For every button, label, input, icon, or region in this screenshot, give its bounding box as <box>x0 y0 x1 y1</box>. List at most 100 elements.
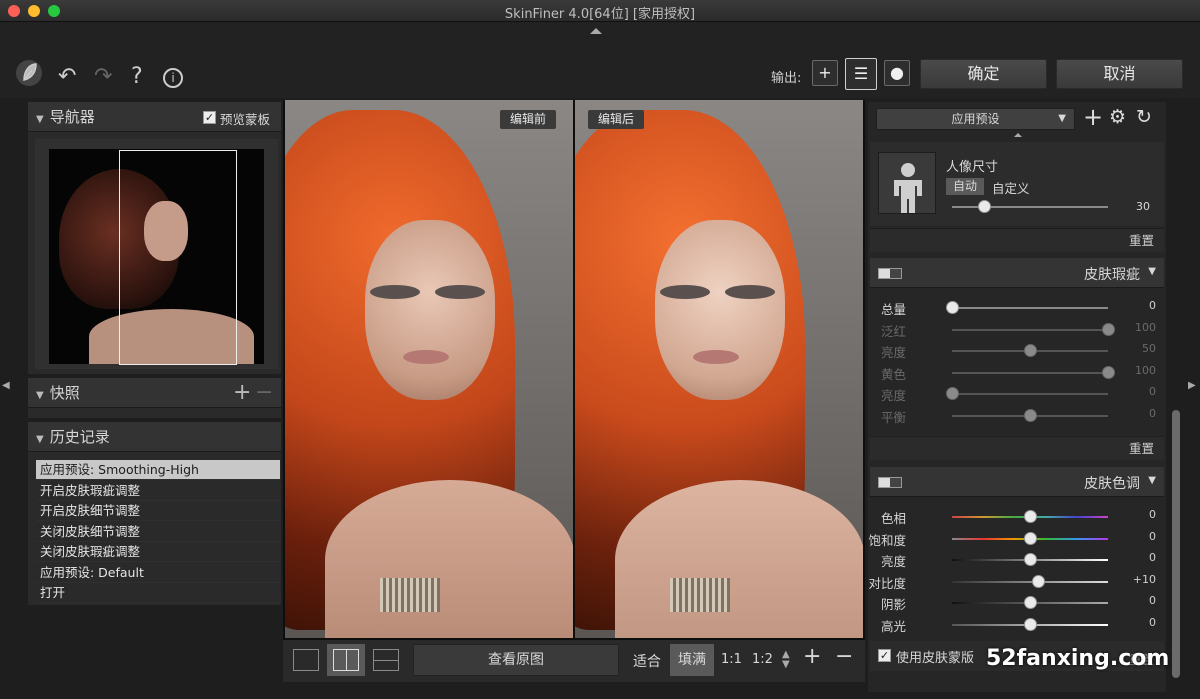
zoom-1-2-button[interactable]: 1:2 <box>752 652 773 667</box>
redo-icon[interactable]: ↷ <box>94 64 112 89</box>
before-image[interactable] <box>285 100 573 638</box>
history-item[interactable]: 应用预设: Smoothing-High <box>36 460 280 480</box>
before-lips <box>403 350 449 364</box>
blemish-slider-knob[interactable] <box>1102 322 1115 336</box>
tone-slider-label: 色相 <box>880 511 906 526</box>
zoom-out-icon[interactable]: − <box>835 644 853 669</box>
output-adjust-button[interactable]: ☰ <box>845 58 877 90</box>
blemish-slider-knob[interactable] <box>1024 344 1037 357</box>
blemish-slider-label: 亮度 <box>880 388 906 403</box>
blemish-slider-knob[interactable] <box>946 387 959 400</box>
blemish-slider-row: 亮度 0 <box>870 383 1164 404</box>
info-icon[interactable]: i <box>163 68 183 88</box>
blemish-toggle[interactable] <box>878 268 902 279</box>
stacked-view-icon[interactable] <box>373 649 399 671</box>
tone-slider-label: 对比度 <box>868 575 906 591</box>
zoom-1-1-button[interactable]: 1:1 <box>721 652 742 667</box>
title-bar: SkinFiner 4.0[64位] [家用授权] <box>0 0 1200 22</box>
person-icon <box>894 163 922 213</box>
after-eyes-left <box>660 285 710 299</box>
history-header[interactable]: ▼ 历史记录 <box>28 422 281 452</box>
blemish-slider-track[interactable] <box>952 371 1108 374</box>
blemish-slider-track[interactable] <box>952 393 1108 395</box>
blemish-slider-row: 亮度 50 <box>870 340 1164 361</box>
history-item[interactable]: 关闭皮肤细节调整 <box>36 522 280 542</box>
output-new-layer-button[interactable]: + <box>812 60 838 86</box>
custom-button[interactable]: 自定义 <box>992 178 1030 197</box>
blemish-slider-value: 100 <box>1135 363 1156 377</box>
tone-slider-label: 高光 <box>880 618 906 634</box>
blemish-slider-label: 平衡 <box>880 409 906 425</box>
remove-snapshot-icon[interactable]: − <box>255 380 273 405</box>
portrait-size-title: 人像尺寸 <box>946 160 999 175</box>
blemish-slider-value: 100 <box>1135 320 1156 334</box>
dropdown-arrow-icon: ▼ <box>1058 113 1066 124</box>
auto-button[interactable]: 自动 <box>946 178 984 195</box>
refresh-icon[interactable]: ↻ <box>1136 106 1152 128</box>
snapshot-panel: ▼ 快照 + − <box>28 378 281 418</box>
collapse-toolbar-icon[interactable] <box>590 28 602 34</box>
history-item[interactable]: 应用预设: Default <box>36 563 280 583</box>
history-item[interactable]: 关闭皮肤瑕疵调整 <box>36 542 280 562</box>
blemish-reset-button[interactable]: 重置 <box>870 436 1164 460</box>
leaf-logo-icon <box>16 60 42 86</box>
skin-mask-checkbox[interactable]: ✓ <box>878 649 891 662</box>
after-shoulders <box>615 480 863 638</box>
tone-slider-value: 0 <box>1149 594 1156 607</box>
right-collapse-arrow[interactable]: ▶ <box>1188 380 1196 391</box>
right-panel-scrollbar[interactable] <box>1172 410 1180 678</box>
after-image[interactable] <box>575 100 863 638</box>
portrait-size-value: 30 <box>1136 200 1150 213</box>
snapshot-title: 快照 <box>49 384 80 402</box>
history-item[interactable]: 打开 <box>36 583 280 603</box>
portrait-size-knob[interactable] <box>978 200 991 213</box>
blemish-slider-knob[interactable] <box>1024 408 1037 422</box>
output-mask-button[interactable]: ● <box>884 60 910 86</box>
tone-slider-track[interactable] <box>952 580 1108 583</box>
view-original-button[interactable]: 查看原图 <box>413 644 619 676</box>
tone-slider-knob[interactable] <box>1024 531 1037 545</box>
portrait-size-track[interactable] <box>952 206 1108 208</box>
after-eyes-right <box>725 285 775 299</box>
navigator-view-rectangle[interactable] <box>119 150 237 365</box>
tone-toggle[interactable] <box>878 477 902 488</box>
blemish-slider-knob[interactable] <box>1102 365 1115 379</box>
blemish-slider-track[interactable] <box>952 328 1108 331</box>
tone-slider-row: 高光 0 <box>870 614 1164 635</box>
single-view-icon[interactable] <box>293 649 319 671</box>
tone-section-header[interactable]: 皮肤色调 ▼ <box>870 467 1164 497</box>
preset-dropdown[interactable]: 应用预设 ▼ <box>876 108 1075 130</box>
history-item[interactable]: 开启皮肤细节调整 <box>36 501 280 521</box>
tone-slider-knob[interactable] <box>1024 596 1037 609</box>
fit-button[interactable]: 适合 <box>633 651 661 671</box>
split-view-button[interactable] <box>327 644 365 676</box>
navigator-thumbnail[interactable] <box>49 149 264 365</box>
blemish-slider-label: 黄色 <box>880 366 906 382</box>
left-collapse-arrow[interactable]: ◀ <box>2 380 10 391</box>
undo-icon[interactable]: ↶ <box>58 64 76 89</box>
before-bracelet <box>380 578 440 612</box>
fill-button[interactable]: 填满 <box>670 644 714 676</box>
help-icon[interactable]: ? <box>131 64 143 89</box>
blemish-slider-knob[interactable] <box>946 301 959 314</box>
collapse-presets-icon[interactable] <box>1014 133 1022 137</box>
cancel-button[interactable]: 取消 <box>1056 59 1183 89</box>
blemish-section-header[interactable]: 皮肤瑕疵 ▼ <box>870 258 1164 288</box>
tone-slider-knob[interactable] <box>1031 574 1045 588</box>
preview-mask-checkbox[interactable]: ✓ <box>203 111 216 124</box>
gear-icon[interactable]: ⚙ <box>1109 106 1126 128</box>
zoom-in-icon[interactable]: + <box>803 644 821 669</box>
blemish-slider-row: 泛红 100 <box>870 319 1164 340</box>
portrait-reset-button[interactable]: 重置 <box>870 228 1164 252</box>
tone-slider-knob[interactable] <box>1024 553 1037 566</box>
zoom-stepper-icon[interactable]: ▲ ▼ <box>782 650 790 670</box>
blemish-slider-track[interactable] <box>952 307 1108 309</box>
tone-slider-knob[interactable] <box>1024 510 1037 523</box>
history-item[interactable]: 开启皮肤瑕疵调整 <box>36 481 280 501</box>
tone-slider-knob[interactable] <box>1024 617 1037 631</box>
tone-slider-row: 阴影 0 <box>870 592 1164 613</box>
add-snapshot-icon[interactable]: + <box>233 380 251 405</box>
add-preset-icon[interactable]: + <box>1083 103 1103 131</box>
preview-mask-label: 预览蒙板 <box>220 112 271 127</box>
confirm-button[interactable]: 确定 <box>920 59 1047 89</box>
